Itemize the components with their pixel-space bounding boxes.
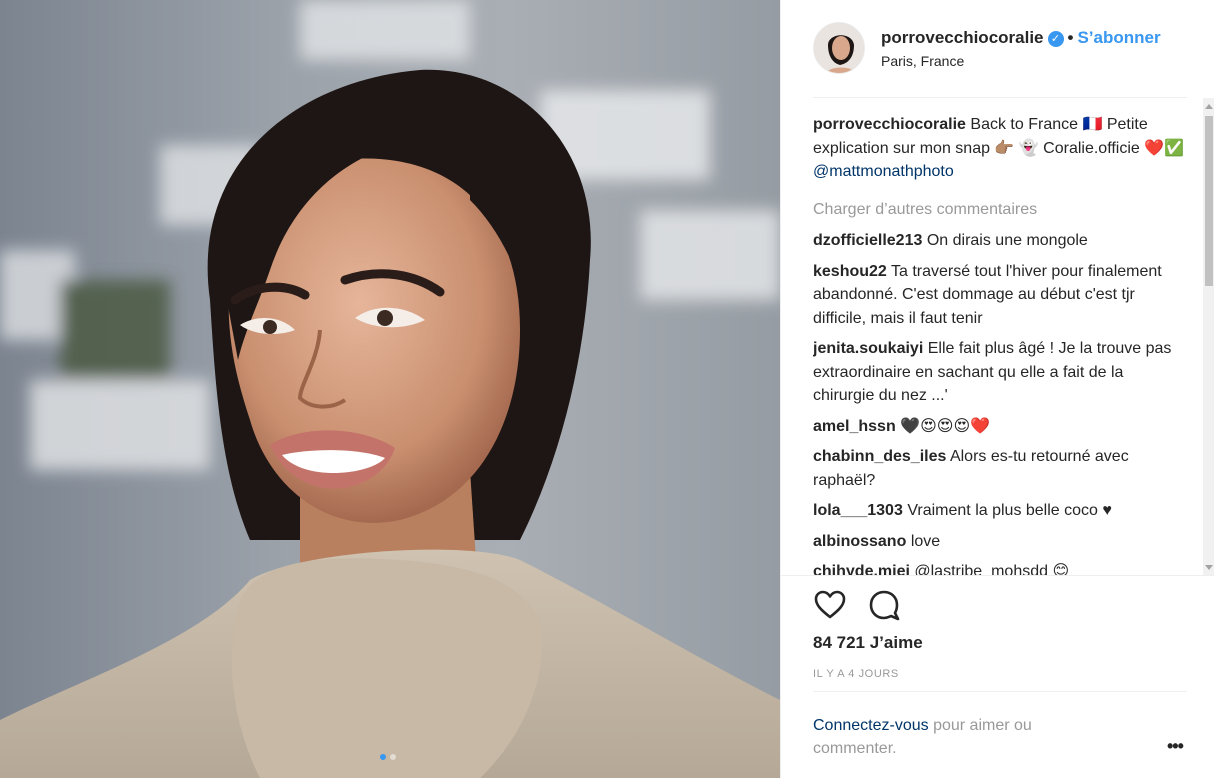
comment-text: love [910,532,941,550]
scroll-down-arrow-icon[interactable] [1205,565,1213,570]
comment-username[interactable]: amel_hssn [813,418,896,435]
comment-item: jenita.soukaiyi Elle fait plus âgé ! Je … [813,337,1187,408]
comment-username[interactable]: chihyde.mjej [813,563,910,575]
post-timestamp[interactable]: IL Y A 4 JOURS [813,668,899,680]
comments-list[interactable]: porrovecchiocoralie Back to France 🇫🇷 Pe… [813,113,1187,575]
likes-count[interactable]: 84 721 J’aime [813,633,923,653]
header-user-line: porrovecchiocoralie ✓ • S’abonner [881,28,1161,48]
portrait-image [0,0,780,778]
caption-mention[interactable]: @mattmonathphoto [813,163,954,180]
caption-username[interactable]: porrovecchiocoralie [813,116,966,133]
comment-username[interactable]: jenita.soukaiyi [813,340,923,357]
divider [781,575,1214,576]
more-options-button[interactable]: ••• [1167,736,1184,757]
heart-icon[interactable] [813,588,847,622]
comment-username[interactable]: chabinn_des_iles [813,448,946,465]
post-photo[interactable] [0,0,780,778]
divider [813,691,1187,692]
caption: porrovecchiocoralie Back to France 🇫🇷 Pe… [813,113,1187,184]
load-more-comments-button[interactable]: Charger d’autres commentaires [813,198,1187,222]
avatar-image [814,23,864,73]
comment-text: Vraiment la plus belle coco ♥ [907,502,1112,519]
comment-text: @lastribe_mohsdd 😊 [914,563,1070,575]
comment-icon[interactable] [867,588,901,622]
comment-item: albinossano love [813,530,1187,554]
post-location[interactable]: Paris, France [881,53,964,69]
separator-dot: • [1067,28,1074,47]
comment-username[interactable]: lola___1303 [813,502,903,519]
login-prompt: Connectez-vous pour aimer ou commenter. [813,714,1113,760]
carousel-dot-active [380,754,386,760]
post-header: porrovecchiocoralie ✓ • S’abonner Paris, Fr… [813,22,1187,98]
avatar[interactable] [813,22,865,74]
comment-item: chihyde.mjej @lastribe_mohsdd 😊 [813,560,1187,575]
follow-button[interactable]: S’abonner [1077,28,1160,47]
comment-text: On dirais une mongole [926,232,1088,249]
comment-item: chabinn_des_iles Alors es-tu retourné av… [813,445,1187,492]
post-actions [813,588,901,622]
carousel-indicator [380,754,396,760]
comment-text: 🖤😍😍😍❤️ [900,417,991,435]
comment-username[interactable]: keshou22 [813,263,887,280]
verified-badge-icon: ✓ [1047,31,1064,47]
carousel-dot [390,754,396,760]
comment-username[interactable]: albinossano [813,533,906,550]
comment-username[interactable]: dzofficielle213 [813,232,922,249]
post-side-panel: porrovecchiocoralie ✓ • S’abonner Paris, Fr… [780,0,1214,778]
comments-scrollbar[interactable] [1203,98,1214,576]
login-link[interactable]: Connectez-vous [813,717,929,734]
scrollbar-thumb[interactable] [1205,116,1213,286]
comment-item: lola___1303 Vraiment la plus belle coco … [813,499,1187,523]
comment-item: keshou22 Ta traversé tout l'hiver pour f… [813,260,1187,331]
comment-item: amel_hssn 🖤😍😍😍❤️ [813,415,1187,439]
comment-item: dzofficielle213 On dirais une mongole [813,229,1187,253]
scroll-up-arrow-icon[interactable] [1205,104,1213,109]
post-username[interactable]: porrovecchiocoralie [881,28,1044,47]
